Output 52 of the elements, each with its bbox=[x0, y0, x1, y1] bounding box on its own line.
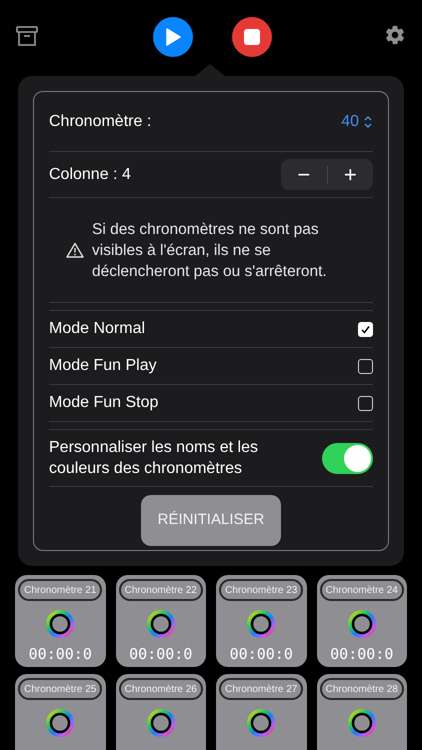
reset-button[interactable]: RÉINITIALISER bbox=[141, 495, 281, 546]
timer-card[interactable]: Chronomètre 25 bbox=[15, 674, 106, 750]
color-ring-icon[interactable] bbox=[146, 709, 175, 737]
color-ring-icon[interactable] bbox=[348, 709, 376, 737]
archive-icon[interactable] bbox=[16, 26, 38, 46]
timer-count-label: Chronomètre : bbox=[49, 112, 152, 132]
timer-card[interactable]: Chronomètre 21 00:00:0 bbox=[15, 575, 106, 667]
timer-time: 00:00:0 bbox=[330, 647, 394, 662]
settings-icon[interactable] bbox=[384, 24, 406, 46]
color-ring-icon[interactable] bbox=[247, 610, 276, 638]
timer-card[interactable]: Chronomètre 24 00:00:0 bbox=[316, 575, 407, 667]
timer-count-picker[interactable]: 40 bbox=[341, 110, 373, 134]
play-button[interactable] bbox=[152, 17, 192, 57]
warning-icon bbox=[66, 242, 84, 258]
play-icon bbox=[164, 28, 180, 46]
mode-label: Mode Normal bbox=[49, 319, 146, 339]
timer-card[interactable]: Chronomètre 23 00:00:0 bbox=[216, 575, 306, 667]
timer-time: 00:00:0 bbox=[28, 647, 92, 662]
checkmark-icon bbox=[360, 324, 371, 334]
timer-name[interactable]: Chronomètre 22 bbox=[118, 579, 203, 601]
customize-label: Personnaliser les noms et les couleurs des chronomètres bbox=[49, 438, 259, 479]
stop-button[interactable] bbox=[232, 17, 272, 57]
timer-name[interactable]: Chronomètre 21 bbox=[18, 579, 102, 601]
chevron-up-down-icon bbox=[363, 114, 373, 128]
timer-card[interactable]: Chronomètre 27 bbox=[216, 674, 306, 750]
checkbox[interactable] bbox=[358, 358, 373, 374]
warning-text: Si des chronomètres ne sont pas visibles à l'écran, ils ne se déclencheront pas ou s'arrêteront. bbox=[92, 220, 328, 282]
timer-name[interactable]: Chronomètre 24 bbox=[320, 579, 404, 601]
timer-card[interactable]: Chronomètre 22 00:00:0 bbox=[116, 575, 206, 667]
color-ring-icon[interactable] bbox=[247, 709, 276, 737]
customize-toggle[interactable] bbox=[322, 442, 373, 474]
stop-icon bbox=[244, 29, 260, 45]
timer-name[interactable]: Chronomètre 28 bbox=[320, 678, 404, 700]
color-ring-icon[interactable] bbox=[146, 610, 175, 638]
timer-name[interactable]: Chronomètre 26 bbox=[118, 678, 203, 700]
mode-label: Mode Fun Stop bbox=[49, 393, 158, 413]
color-ring-icon[interactable] bbox=[348, 610, 376, 638]
decrement-button[interactable]: − bbox=[281, 164, 326, 186]
timer-time: 00:00:0 bbox=[129, 647, 192, 662]
mode-label: Mode Fun Play bbox=[49, 356, 157, 376]
timer-card[interactable]: Chronomètre 28 bbox=[316, 674, 407, 750]
timer-time: 00:00:0 bbox=[230, 647, 293, 662]
increment-button[interactable]: + bbox=[328, 164, 373, 186]
timer-name[interactable]: Chronomètre 25 bbox=[18, 678, 102, 700]
timer-card[interactable]: Chronomètre 26 bbox=[116, 674, 206, 750]
checkbox[interactable] bbox=[358, 396, 373, 410]
color-ring-icon[interactable] bbox=[46, 709, 74, 737]
timer-name[interactable]: Chronomètre 27 bbox=[219, 678, 304, 700]
color-ring-icon[interactable] bbox=[46, 610, 74, 638]
column-label: Colonne : 4 bbox=[49, 164, 131, 184]
timer-name[interactable]: Chronomètre 23 bbox=[219, 579, 304, 601]
column-stepper[interactable]: − + bbox=[281, 159, 373, 190]
